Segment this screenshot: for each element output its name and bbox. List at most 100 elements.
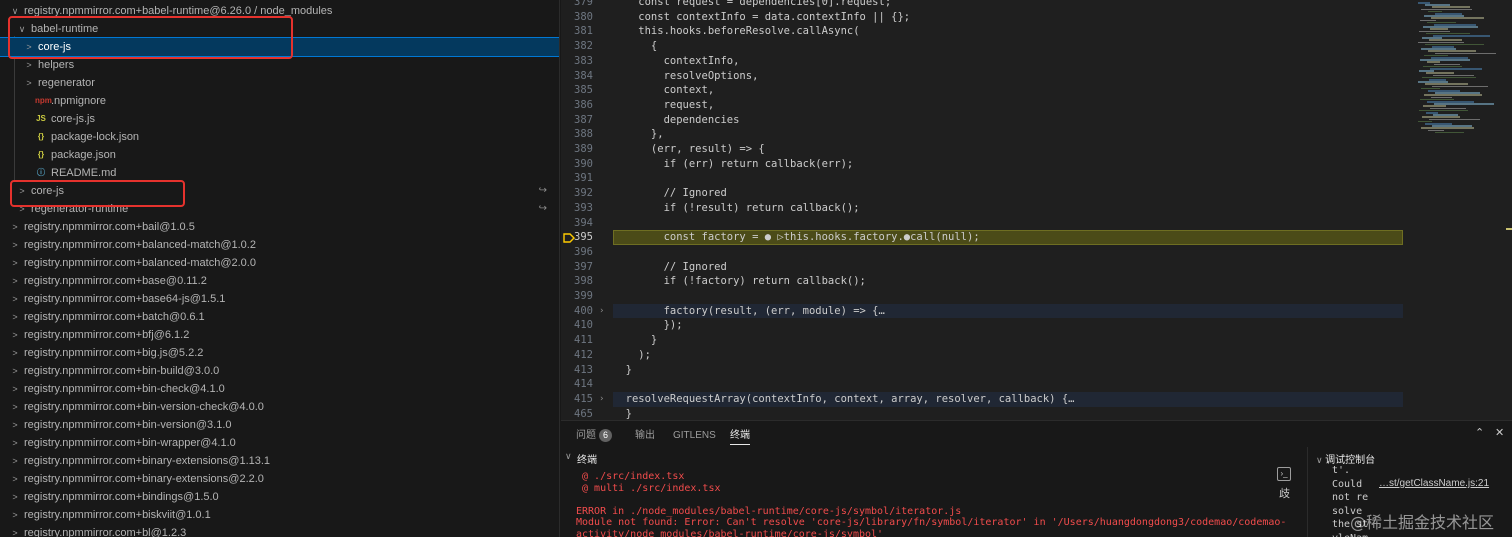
maximize-panel-icon[interactable]: ⌃	[1475, 426, 1484, 439]
code-line[interactable]: 388 },	[561, 127, 1512, 142]
launch-profile-icon[interactable]: ›_	[1277, 467, 1291, 481]
source-link[interactable]: …st/getClassName.js:21	[1379, 478, 1489, 489]
chevron-right-icon[interactable]: >	[10, 506, 20, 524]
tree-folder[interactable]: > registry.npmmirror.com+bin-version@3.1.…	[0, 416, 559, 434]
tree-folder[interactable]: > registry.npmmirror.com+binary-extension…	[0, 452, 559, 470]
tree-folder[interactable]: > registry.npmmirror.com+base64-js@1.5.1	[0, 290, 559, 308]
line-number: 411	[574, 334, 593, 347]
code-line[interactable]: 410 });	[561, 318, 1512, 333]
tree-folder[interactable]: > registry.npmmirror.com+bin-wrapper@4.1.…	[0, 434, 559, 452]
tree-folder[interactable]: > registry.npmmirror.com+balanced-match@2…	[0, 254, 559, 272]
code-line[interactable]: 412 );	[561, 348, 1512, 363]
chevron-right-icon[interactable]: >	[10, 254, 20, 272]
tab-problems[interactable]: 问题 6	[576, 427, 612, 445]
tree-folder[interactable]: > registry.npmmirror.com+binary-extension…	[0, 470, 559, 488]
code-line[interactable]: 380 const contextInfo = data.contextInfo…	[561, 10, 1512, 25]
code-line[interactable]: 399	[561, 289, 1512, 304]
tree-folder[interactable]: > registry.npmmirror.com+bin-version-chec…	[0, 398, 559, 416]
code-line[interactable]: 415 › resolveRequestArray(contextInfo, co…	[561, 391, 1512, 407]
code-line[interactable]: 397 // Ignored	[561, 260, 1512, 275]
code-line[interactable]: 394	[561, 216, 1512, 231]
chevron-right-icon[interactable]: >	[10, 380, 20, 398]
code-editor[interactable]: 379 const request = dependencies[0].requ…	[561, 0, 1512, 420]
tree-folder[interactable]: > registry.npmmirror.com+batch@0.6.1	[0, 308, 559, 326]
chevron-right-icon[interactable]: >	[10, 470, 20, 488]
code-line[interactable]: 411 }	[561, 333, 1512, 348]
symlink-icon: ↪	[538, 185, 547, 196]
fold-chevron-icon[interactable]: ›	[600, 392, 604, 407]
chevron-right-icon[interactable]: >	[10, 524, 20, 537]
chevron-right-icon[interactable]: >	[10, 398, 20, 416]
tree-folder[interactable]: > regenerator	[0, 74, 559, 92]
chevron-right-icon[interactable]: >	[24, 74, 34, 92]
code-line[interactable]: 389 (err, result) => {	[561, 142, 1512, 157]
chevron-down-icon[interactable]: ∨	[565, 451, 572, 462]
tree-item-label: registry.npmmirror.com+base64-js@1.5.1	[24, 293, 226, 305]
terminal-tab-label[interactable]: 歧	[1279, 485, 1290, 501]
tree-folder[interactable]: > registry.npmmirror.com+base@0.11.2	[0, 272, 559, 290]
tree-folder[interactable]: > registry.npmmirror.com+bail@1.0.5	[0, 218, 559, 236]
chevron-right-icon[interactable]: >	[10, 290, 20, 308]
chevron-right-icon[interactable]: >	[10, 362, 20, 380]
chevron-right-icon[interactable]: >	[10, 452, 20, 470]
tree-file[interactable]: npm .npmignore	[0, 92, 559, 110]
code-line[interactable]: 384 resolveOptions,	[561, 69, 1512, 84]
tree-item-label: registry.npmmirror.com+batch@0.6.1	[24, 311, 205, 323]
tree-folder[interactable]: > registry.npmmirror.com+balanced-match@1…	[0, 236, 559, 254]
code-line[interactable]: 395 const factory = ● ▷this.hooks.factor…	[561, 230, 1512, 245]
minimap[interactable]	[1414, 0, 1504, 140]
line-number: 386	[574, 98, 593, 111]
code-line[interactable]: 391	[561, 171, 1512, 186]
chevron-right-icon[interactable]: >	[10, 272, 20, 290]
editor-scrollbar[interactable]	[1506, 0, 1512, 420]
line-number: 393	[574, 201, 593, 214]
code-line[interactable]: 400 › factory(result, (err, module) => {…	[561, 303, 1512, 319]
chevron-right-icon[interactable]: >	[10, 416, 20, 434]
code-line[interactable]: 382 {	[561, 39, 1512, 54]
tree-folder[interactable]: > registry.npmmirror.com+biskviit@1.0.1	[0, 506, 559, 524]
tree-folder[interactable]: > registry.npmmirror.com+bin-build@3.0.0	[0, 362, 559, 380]
terminal-output[interactable]: @ ./src/index.tsx @ multi ./src/index.ts…	[576, 471, 1286, 537]
tree-folder[interactable]: > registry.npmmirror.com+bindings@1.5.0	[0, 488, 559, 506]
chevron-right-icon[interactable]: >	[10, 236, 20, 254]
tree-folder[interactable]: > registry.npmmirror.com+bin-check@4.1.0	[0, 380, 559, 398]
chevron-right-icon[interactable]: >	[10, 434, 20, 452]
terminal-header[interactable]: ∨ 终端	[561, 451, 1306, 467]
code-line[interactable]: 381 this.hooks.beforeResolve.callAsync(	[561, 24, 1512, 39]
code-line[interactable]: 379 const request = dependencies[0].requ…	[561, 0, 1512, 10]
tree-folder[interactable]: > registry.npmmirror.com+big.js@5.2.2	[0, 344, 559, 362]
debug-line: t'.	[1332, 465, 1351, 476]
chevron-right-icon[interactable]: >	[10, 326, 20, 344]
chevron-right-icon[interactable]: >	[10, 218, 20, 236]
line-number: 414	[574, 378, 593, 391]
code-line[interactable]: 392 // Ignored	[561, 186, 1512, 201]
code-line[interactable]: 396	[561, 245, 1512, 260]
tab-output[interactable]: 输出	[635, 427, 655, 445]
code-line[interactable]: 390 if (err) return callback(err);	[561, 157, 1512, 172]
code-line[interactable]: 383 contextInfo,	[561, 54, 1512, 69]
code-line[interactable]: 385 context,	[561, 83, 1512, 98]
close-panel-icon[interactable]: ✕	[1495, 426, 1504, 439]
tree-item-label: registry.npmmirror.com+binary-extensions…	[24, 455, 271, 467]
code-line[interactable]: 387 dependencies	[561, 113, 1512, 128]
code-line[interactable]: 414	[561, 377, 1512, 392]
tree-file[interactable]: {} package.json	[0, 146, 559, 164]
chevron-right-icon[interactable]: >	[10, 344, 20, 362]
fold-chevron-icon[interactable]: ›	[600, 304, 604, 319]
scrollbar-marker	[1506, 228, 1512, 230]
tree-file[interactable]: {} package-lock.json	[0, 128, 559, 146]
chevron-right-icon[interactable]: >	[10, 308, 20, 326]
line-number: 391	[574, 172, 593, 185]
tab-terminal[interactable]: 终端	[730, 427, 750, 445]
chevron-down-icon[interactable]: ∨	[1316, 455, 1325, 465]
tree-file[interactable]: JS core-js.js	[0, 110, 559, 128]
code-line[interactable]: 386 request,	[561, 98, 1512, 113]
code-line[interactable]: 398 if (!factory) return callback();	[561, 274, 1512, 289]
tree-folder[interactable]: > registry.npmmirror.com+bl@1.2.3	[0, 524, 559, 537]
code-line[interactable]: 413 }	[561, 363, 1512, 378]
chevron-right-icon[interactable]: >	[10, 488, 20, 506]
tab-gitlens[interactable]: GITLENS	[673, 427, 716, 445]
code-line[interactable]: 393 if (!result) return callback();	[561, 201, 1512, 216]
tree-folder[interactable]: > registry.npmmirror.com+bfj@6.1.2	[0, 326, 559, 344]
code-line[interactable]: 465 }	[561, 407, 1512, 420]
